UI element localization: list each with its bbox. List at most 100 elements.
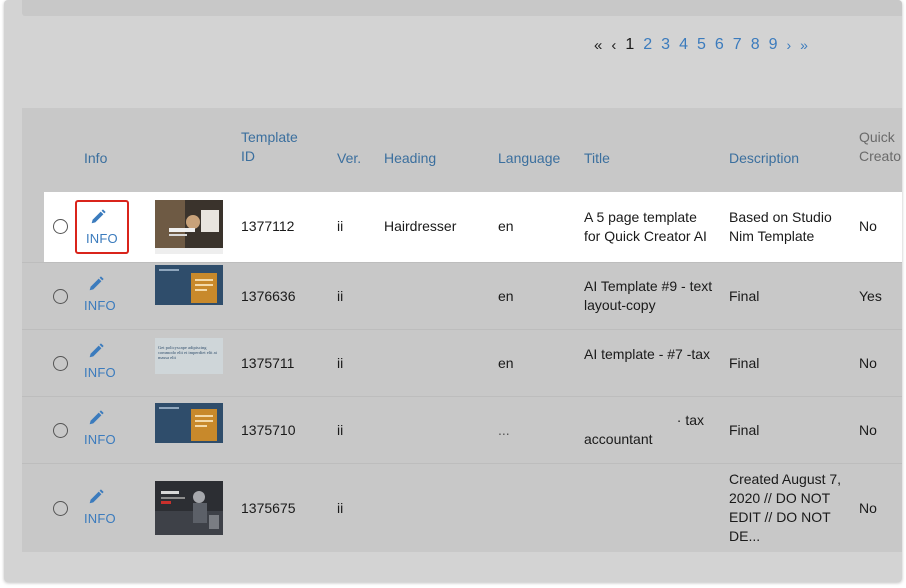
table-row[interactable]: INFO 1375675 ii Created August 7, 2020 /… <box>22 463 902 552</box>
dimmed-page: « ‹ 1 2 3 4 5 6 7 8 9 › » Info Template … <box>4 0 902 582</box>
pencil-icon <box>89 410 104 425</box>
table-row[interactable]: INFO 1377112 ii Hairdresser en A 5 page … <box>44 192 902 262</box>
title: AI Template #9 - text layout-copy <box>584 277 712 315</box>
version: ii <box>337 218 344 234</box>
title-line: accountant <box>584 431 653 447</box>
page-link-5[interactable]: 5 <box>697 36 706 54</box>
row-select-radio[interactable] <box>53 289 68 304</box>
top-panel <box>22 0 902 16</box>
info-button[interactable]: INFO <box>75 403 129 457</box>
title-line: · tax <box>676 412 704 428</box>
column-header-template-id-line1: Template <box>241 129 298 145</box>
pagination: « ‹ 1 2 3 4 5 6 7 8 9 › » <box>594 36 817 54</box>
page-link-2[interactable]: 2 <box>643 36 652 54</box>
column-header-heading[interactable]: Heading <box>384 149 436 168</box>
quick-creator: No <box>859 422 877 438</box>
title-line: AI Template #9 - text <box>584 278 713 294</box>
description: Final <box>729 422 760 438</box>
table-row[interactable]: INFO Get policyscape adipiscing commodo … <box>22 329 902 396</box>
description-line: EDIT // DO NOT <box>729 509 831 525</box>
template-thumbnail[interactable]: Get policyscape adipiscing commodo elit … <box>155 338 223 374</box>
column-header-title[interactable]: Title <box>584 149 610 168</box>
info-button[interactable]: INFO <box>75 269 129 323</box>
description-line: Nim Template <box>729 228 815 244</box>
language: en <box>498 218 514 234</box>
prev-page-link[interactable]: ‹ <box>611 37 616 54</box>
table-header: Info Template ID Ver. Heading Language T… <box>22 108 902 190</box>
row-select-radio[interactable] <box>53 423 68 438</box>
page-link-9[interactable]: 9 <box>769 36 778 54</box>
pencil-icon <box>89 489 104 504</box>
description: Final <box>729 288 760 304</box>
description: Based on Studio Nim Template <box>729 208 832 246</box>
title-line: for Quick Creator AI <box>584 228 707 244</box>
template-id: 1375711 <box>241 355 295 371</box>
template-thumbnail[interactable] <box>155 403 223 443</box>
column-header-info[interactable]: Info <box>84 149 107 168</box>
page-link-4[interactable]: 4 <box>679 36 688 54</box>
description-line: Created August 7, <box>729 471 842 487</box>
template-thumbnail[interactable] <box>155 200 223 254</box>
column-header-template-id-line2: ID <box>241 148 255 164</box>
quick-creator: No <box>859 355 877 371</box>
accountant-thumbnail-image <box>155 403 223 443</box>
version: ii <box>337 288 344 304</box>
column-header-quick-line2: Creato <box>859 148 902 164</box>
page-link-7[interactable]: 7 <box>733 36 742 54</box>
text-layout-thumbnail-image <box>155 265 223 305</box>
language: ... <box>498 422 510 438</box>
language: en <box>498 288 514 304</box>
version: ii <box>337 355 344 371</box>
quick-creator: Yes <box>859 288 882 304</box>
next-page-link[interactable]: › <box>787 37 792 53</box>
quick-creator: No <box>859 218 877 234</box>
description-line: Based on Studio <box>729 209 832 225</box>
template-id: 1377112 <box>241 218 295 234</box>
description: Final <box>729 355 760 371</box>
table-row[interactable]: INFO 1375710 ii ... · tax accountant Fin… <box>22 396 902 463</box>
page-link-8[interactable]: 8 <box>751 36 760 54</box>
info-button[interactable]: INFO <box>75 336 129 390</box>
row-select-radio[interactable] <box>53 501 68 516</box>
templates-table: Info Template ID Ver. Heading Language T… <box>22 108 902 552</box>
page-link-1[interactable]: 1 <box>625 36 634 54</box>
quick-creator: No <box>859 500 877 516</box>
template-id: 1375675 <box>241 500 296 516</box>
template-thumbnail[interactable] <box>155 481 223 535</box>
column-header-ver[interactable]: Ver. <box>337 149 361 168</box>
info-label: INFO <box>84 365 116 380</box>
page-link-6[interactable]: 6 <box>715 36 724 54</box>
column-header-template-id[interactable]: Template ID <box>241 128 298 166</box>
title: · tax accountant <box>584 411 704 449</box>
row-select-radio[interactable] <box>53 356 68 371</box>
last-page-link[interactable]: » <box>800 37 808 53</box>
pencil-icon <box>89 343 104 358</box>
info-button[interactable]: INFO <box>75 200 129 254</box>
info-label: INFO <box>86 231 118 246</box>
pencil-icon <box>89 276 104 291</box>
page-link-3[interactable]: 3 <box>661 36 670 54</box>
title-line: A 5 page template <box>584 209 697 225</box>
version: ii <box>337 422 344 438</box>
table-row[interactable]: INFO 1376636 ii en AI Template #9 - text… <box>22 262 902 329</box>
title-line: layout-copy <box>584 297 656 313</box>
row-select-radio[interactable] <box>53 219 68 234</box>
info-label: INFO <box>84 432 116 447</box>
workshop-thumbnail-image <box>155 481 223 535</box>
column-header-quick-creator[interactable]: Quick Creato <box>859 128 901 166</box>
title: AI template - #7 -tax <box>584 346 711 362</box>
template-id: 1375710 <box>241 422 296 438</box>
first-page-link[interactable]: « <box>594 37 602 54</box>
heading: Hairdresser <box>384 218 457 234</box>
description-line: DE... <box>729 528 761 544</box>
language: en <box>498 355 514 371</box>
version: ii <box>337 500 344 516</box>
tax-thumbnail-text: Get policyscape adipiscing commodo elit … <box>158 345 217 360</box>
pencil-icon <box>91 209 106 224</box>
template-id: 1376636 <box>241 288 296 304</box>
description-line: 2020 // DO NOT <box>729 490 831 506</box>
info-button[interactable]: INFO <box>75 482 129 536</box>
column-header-description[interactable]: Description <box>729 149 799 168</box>
column-header-language[interactable]: Language <box>498 149 560 168</box>
template-thumbnail[interactable] <box>155 265 223 305</box>
